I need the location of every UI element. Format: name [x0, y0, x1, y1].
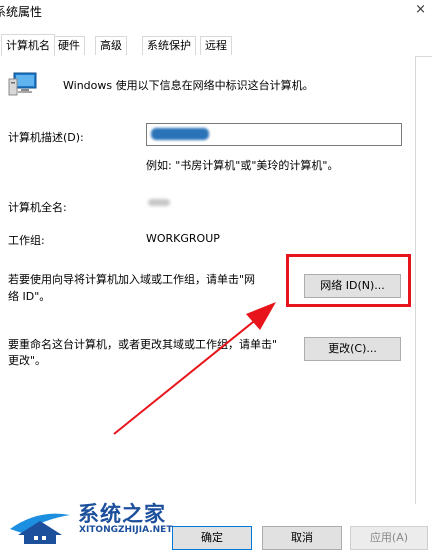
computer-name-panel: Windows 使用以下信息在网络中标识这台计算机。 计算机描述(D): 例如:… [0, 56, 416, 504]
description-label: 计算机描述(D): [8, 131, 84, 144]
workgroup-label: 工作组: [8, 234, 45, 247]
close-icon[interactable]: × [415, 2, 426, 17]
apply-button[interactable]: 应用(A) [350, 526, 428, 550]
redacted-value [151, 128, 209, 140]
watermark-url: XITONGZHIJIA.NET [79, 525, 173, 535]
tab-system-protection[interactable]: 系统保护 [142, 36, 196, 55]
rename-description-line1: 要重命名这台计算机，或者更改其域或工作组，请单击" [8, 338, 278, 351]
close-button[interactable]: × [404, 0, 432, 24]
ok-button[interactable]: 确定 [172, 526, 252, 550]
tab-remote[interactable]: 远程 [200, 36, 232, 55]
description-example: 例如: "书房计算机"或"美玲的计算机"。 [146, 159, 339, 172]
tab-strip: 计算机名 硬件 高级 系统保护 远程 [0, 34, 432, 57]
workgroup-value: WORKGROUP [146, 232, 220, 245]
network-id-description-line1: 若要使用向导将计算机加入域或工作组，请单击"网 [8, 273, 256, 286]
title-bar: 系统属性 × [0, 0, 432, 30]
full-name-value [148, 199, 170, 206]
full-name-label: 计算机全名: [8, 201, 67, 214]
intro-text: Windows 使用以下信息在网络中标识这台计算机。 [63, 79, 314, 92]
watermark-logo-icon [10, 513, 70, 544]
change-button[interactable]: 更改(C)... [304, 337, 401, 361]
network-id-button[interactable]: 网络 ID(N)... [304, 274, 401, 298]
tab-computer-name[interactable]: 计算机名 [1, 34, 55, 56]
computer-icon [8, 72, 37, 96]
tab-hardware[interactable]: 硬件 [53, 36, 85, 55]
network-id-description-line2: 络 ID"。 [8, 290, 51, 303]
cancel-button[interactable]: 取消 [262, 526, 342, 550]
computer-description-input[interactable] [146, 123, 402, 146]
tab-advanced[interactable]: 高级 [95, 36, 127, 55]
rename-description-line2: 更改"。 [8, 354, 47, 367]
watermark-name: 系统之家 [78, 502, 166, 526]
window-title: 系统属性 [0, 5, 43, 19]
